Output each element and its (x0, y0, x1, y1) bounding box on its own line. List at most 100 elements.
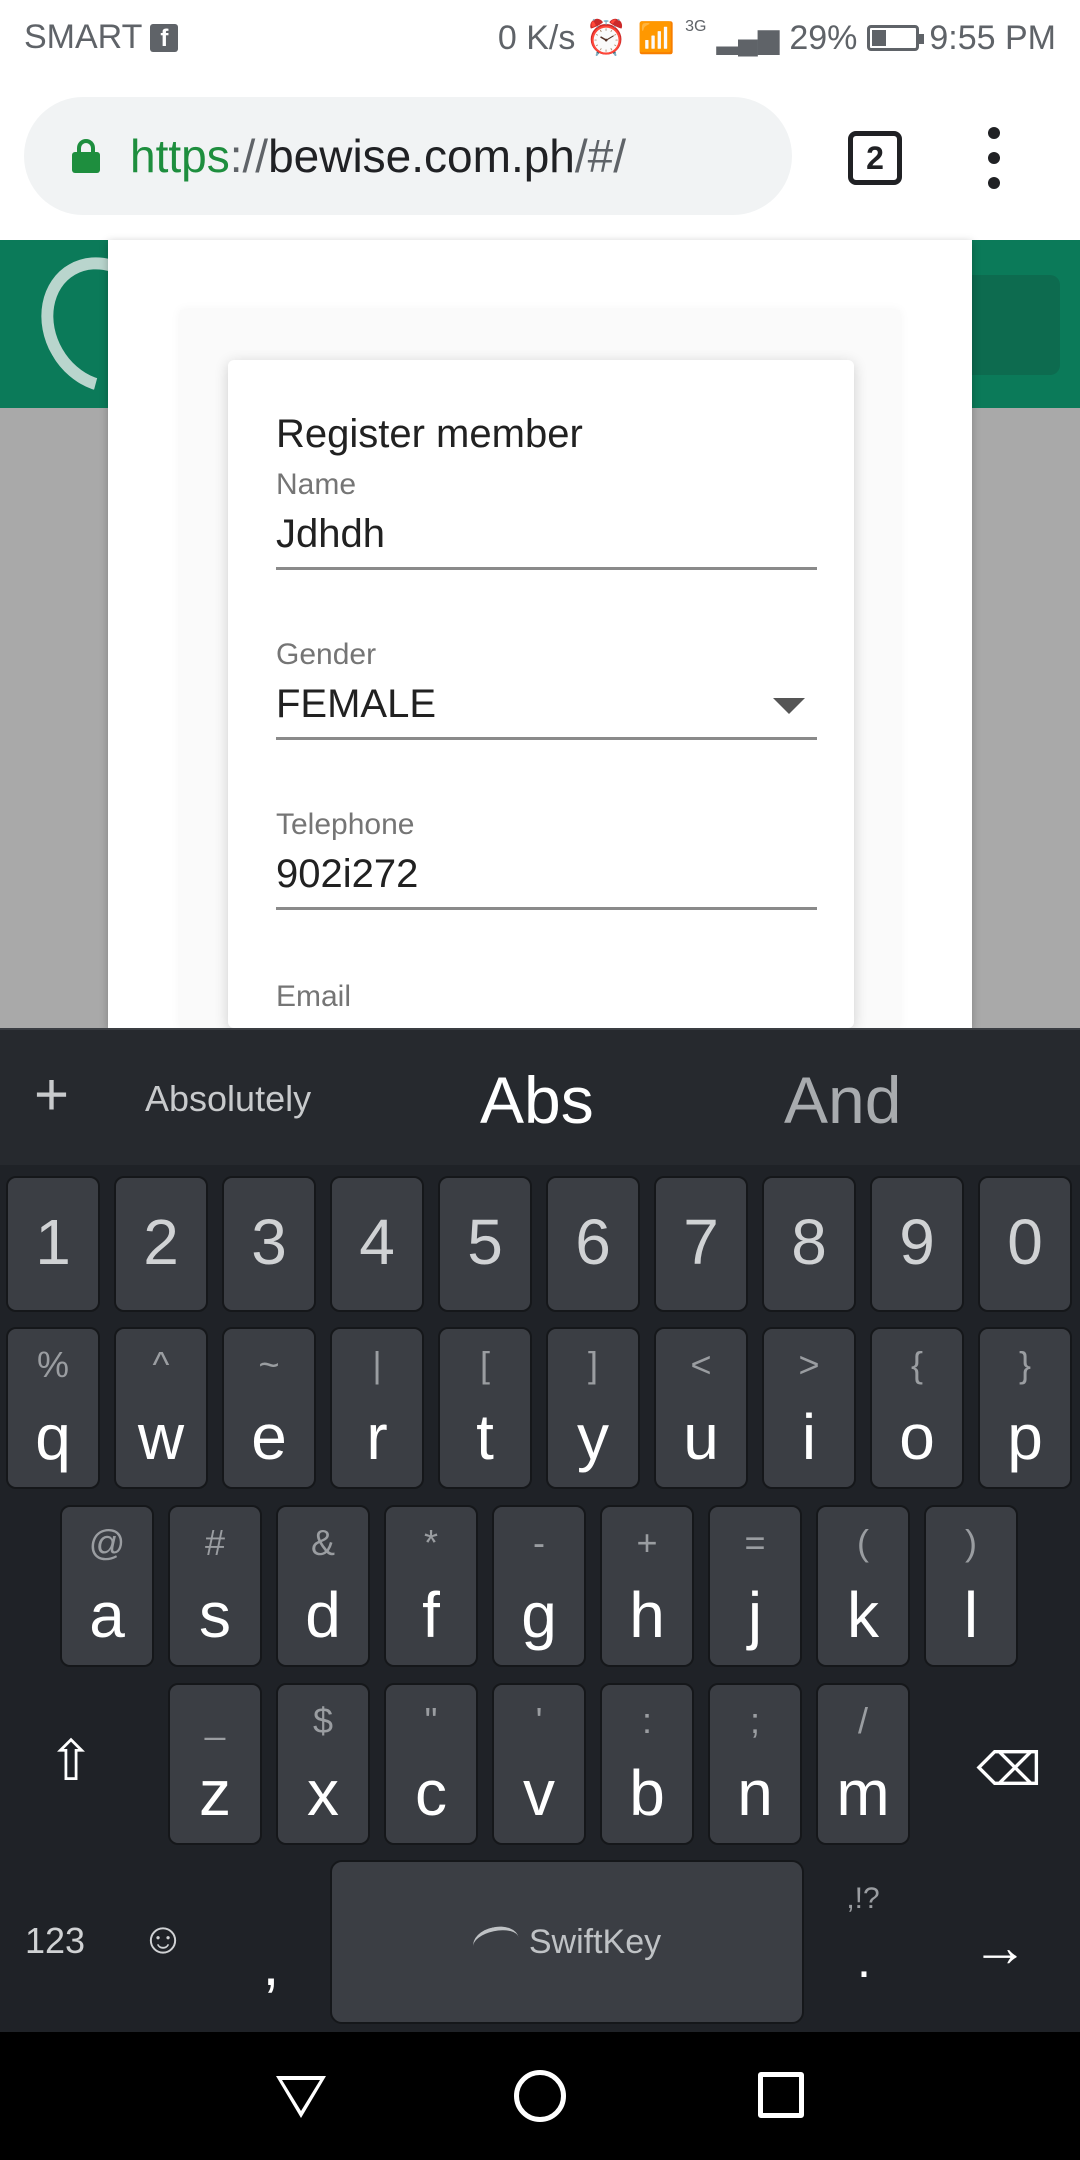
email-label: Email (276, 980, 352, 1013)
key-v-alt-label: ' (535, 1700, 543, 1741)
key-v[interactable]: ' v (492, 1683, 586, 1845)
key-m-alt-label: / (857, 1700, 868, 1741)
key-h[interactable]: + h (600, 1505, 694, 1667)
url-text[interactable]: https://bewise.com.ph/#/ (130, 129, 626, 183)
key-a[interactable]: @ a (60, 1505, 154, 1667)
telephone-input[interactable]: 902i272 (276, 852, 817, 910)
key-7[interactable]: 7 (654, 1176, 748, 1312)
key-t-alt-label: [ (479, 1344, 490, 1385)
key-1[interactable]: 1 (6, 1176, 100, 1312)
suggestion-left[interactable]: Absolutely (145, 1078, 311, 1120)
key-v-label: v (523, 1757, 555, 1829)
address-bar[interactable]: https://bewise.com.ph/#/ (24, 97, 792, 215)
key-d-label: d (305, 1579, 341, 1651)
key-a-label: a (89, 1579, 125, 1651)
key-z[interactable]: _ z (168, 1683, 262, 1845)
key-y-label: y (577, 1401, 609, 1473)
key-e[interactable]: ~ e (222, 1327, 316, 1489)
key-p[interactable]: } p (978, 1327, 1072, 1489)
key-w[interactable]: ^ w (114, 1327, 208, 1489)
key-r-alt-label: | (372, 1344, 382, 1385)
key-5[interactable]: 5 (438, 1176, 532, 1312)
telephone-label: Telephone (276, 808, 415, 841)
key-g[interactable]: -g (492, 1505, 586, 1667)
key-d[interactable]: & d (276, 1505, 370, 1667)
name-input[interactable]: Jdhdh (276, 512, 817, 570)
name-label: Name (276, 468, 357, 501)
recents-icon[interactable] (758, 2072, 804, 2118)
url-scheme: https (130, 130, 230, 182)
key-k[interactable]: (k (816, 1505, 910, 1667)
key-8[interactable]: 8 (762, 1176, 856, 1312)
enter-arrow-icon[interactable]: → (966, 1914, 1034, 1979)
emoji-icon[interactable]: ☺ (138, 1914, 188, 1964)
key-e-label: e (251, 1401, 287, 1473)
key-3-label: 3 (251, 1206, 287, 1278)
key-3[interactable]: 3 (222, 1176, 316, 1312)
tab-switcher-button[interactable]: 2 (848, 131, 902, 185)
key-o[interactable]: {o (870, 1327, 964, 1489)
key-1-label: 1 (35, 1206, 71, 1278)
key-q[interactable]: % q (6, 1327, 100, 1489)
telephone-field[interactable]: Telephone 902i272 (276, 808, 817, 910)
shift-icon[interactable]: ⇧ (38, 1728, 104, 1794)
gender-field[interactable]: Gender FEMALE (276, 638, 817, 740)
suggestion-bar: + Absolutely Abs And (0, 1028, 1080, 1165)
key-r[interactable]: | r (330, 1327, 424, 1489)
key-i-label: i (801, 1401, 817, 1473)
swiftkey-logo-icon (470, 1922, 522, 1962)
key-w-alt-label: ^ (152, 1344, 170, 1385)
lock-icon[interactable] (72, 139, 100, 173)
key-m-label: m (836, 1757, 890, 1829)
key-c[interactable]: " c (384, 1683, 478, 1845)
status-icons: 0 K/s ⏰ 📶 3G ▂▄▆ 29% 9:55 PM (498, 18, 1056, 58)
key-s[interactable]: # s (168, 1505, 262, 1667)
key-x[interactable]: $ x (276, 1683, 370, 1845)
key-o-label: o (899, 1401, 935, 1473)
key-2[interactable]: 2 (114, 1176, 208, 1312)
key-g-alt-label: - (533, 1522, 545, 1563)
key-s-alt-label: # (204, 1522, 226, 1563)
backspace-icon[interactable]: ⌫ (976, 1742, 1042, 1796)
key-i-alt-label: > (798, 1344, 820, 1385)
key-l[interactable]: ) l (924, 1505, 1018, 1667)
browser-toolbar: https://bewise.com.ph/#/ 2 (0, 75, 1080, 240)
space-key[interactable]: SwiftKey (330, 1860, 804, 2024)
suggestion-center[interactable]: Abs (480, 1062, 594, 1138)
key-l-label: l (963, 1579, 979, 1651)
carrier-name: SMART (24, 18, 143, 56)
gender-select[interactable]: FEMALE (276, 682, 817, 740)
key-9[interactable]: 9 (870, 1176, 964, 1312)
comma-key[interactable]: , (256, 1930, 286, 1999)
period-key[interactable]: . (850, 1930, 878, 1990)
key-j[interactable]: = j (708, 1505, 802, 1667)
key-f[interactable]: * f (384, 1505, 478, 1667)
key-n[interactable]: ; n (708, 1683, 802, 1845)
key-u[interactable]: < u (654, 1327, 748, 1489)
key-4[interactable]: 4 (330, 1176, 424, 1312)
symbols-key[interactable]: 123 (24, 1920, 86, 1962)
key-i[interactable]: > i (762, 1327, 856, 1489)
network-type: 3G (685, 18, 707, 35)
toolbar-expand-icon[interactable]: + (34, 1060, 69, 1129)
form-title: Register member (276, 412, 583, 456)
back-icon[interactable] (276, 2076, 326, 2118)
key-y[interactable]: ] y (546, 1327, 640, 1489)
suggestion-right[interactable]: And (784, 1062, 901, 1138)
key-0[interactable]: 0 (978, 1176, 1072, 1312)
key-x-alt-label: $ (312, 1700, 334, 1741)
key-8-label: 8 (791, 1206, 827, 1278)
key-m[interactable]: / m (816, 1683, 910, 1845)
dropdown-arrow-icon[interactable] (773, 698, 805, 714)
email-field[interactable]: Email (276, 980, 817, 1014)
key-6-label: 6 (575, 1206, 611, 1278)
key-t[interactable]: [t (438, 1327, 532, 1489)
key-6[interactable]: 6 (546, 1176, 640, 1312)
key-c-label: c (415, 1757, 447, 1829)
name-field[interactable]: Name Jdhdh (276, 468, 817, 570)
key-k-label: k (847, 1579, 879, 1651)
overflow-menu-icon[interactable] (982, 127, 1006, 189)
home-icon[interactable] (514, 2070, 566, 2122)
key-h-label: h (629, 1579, 665, 1651)
key-b[interactable]: :b (600, 1683, 694, 1845)
